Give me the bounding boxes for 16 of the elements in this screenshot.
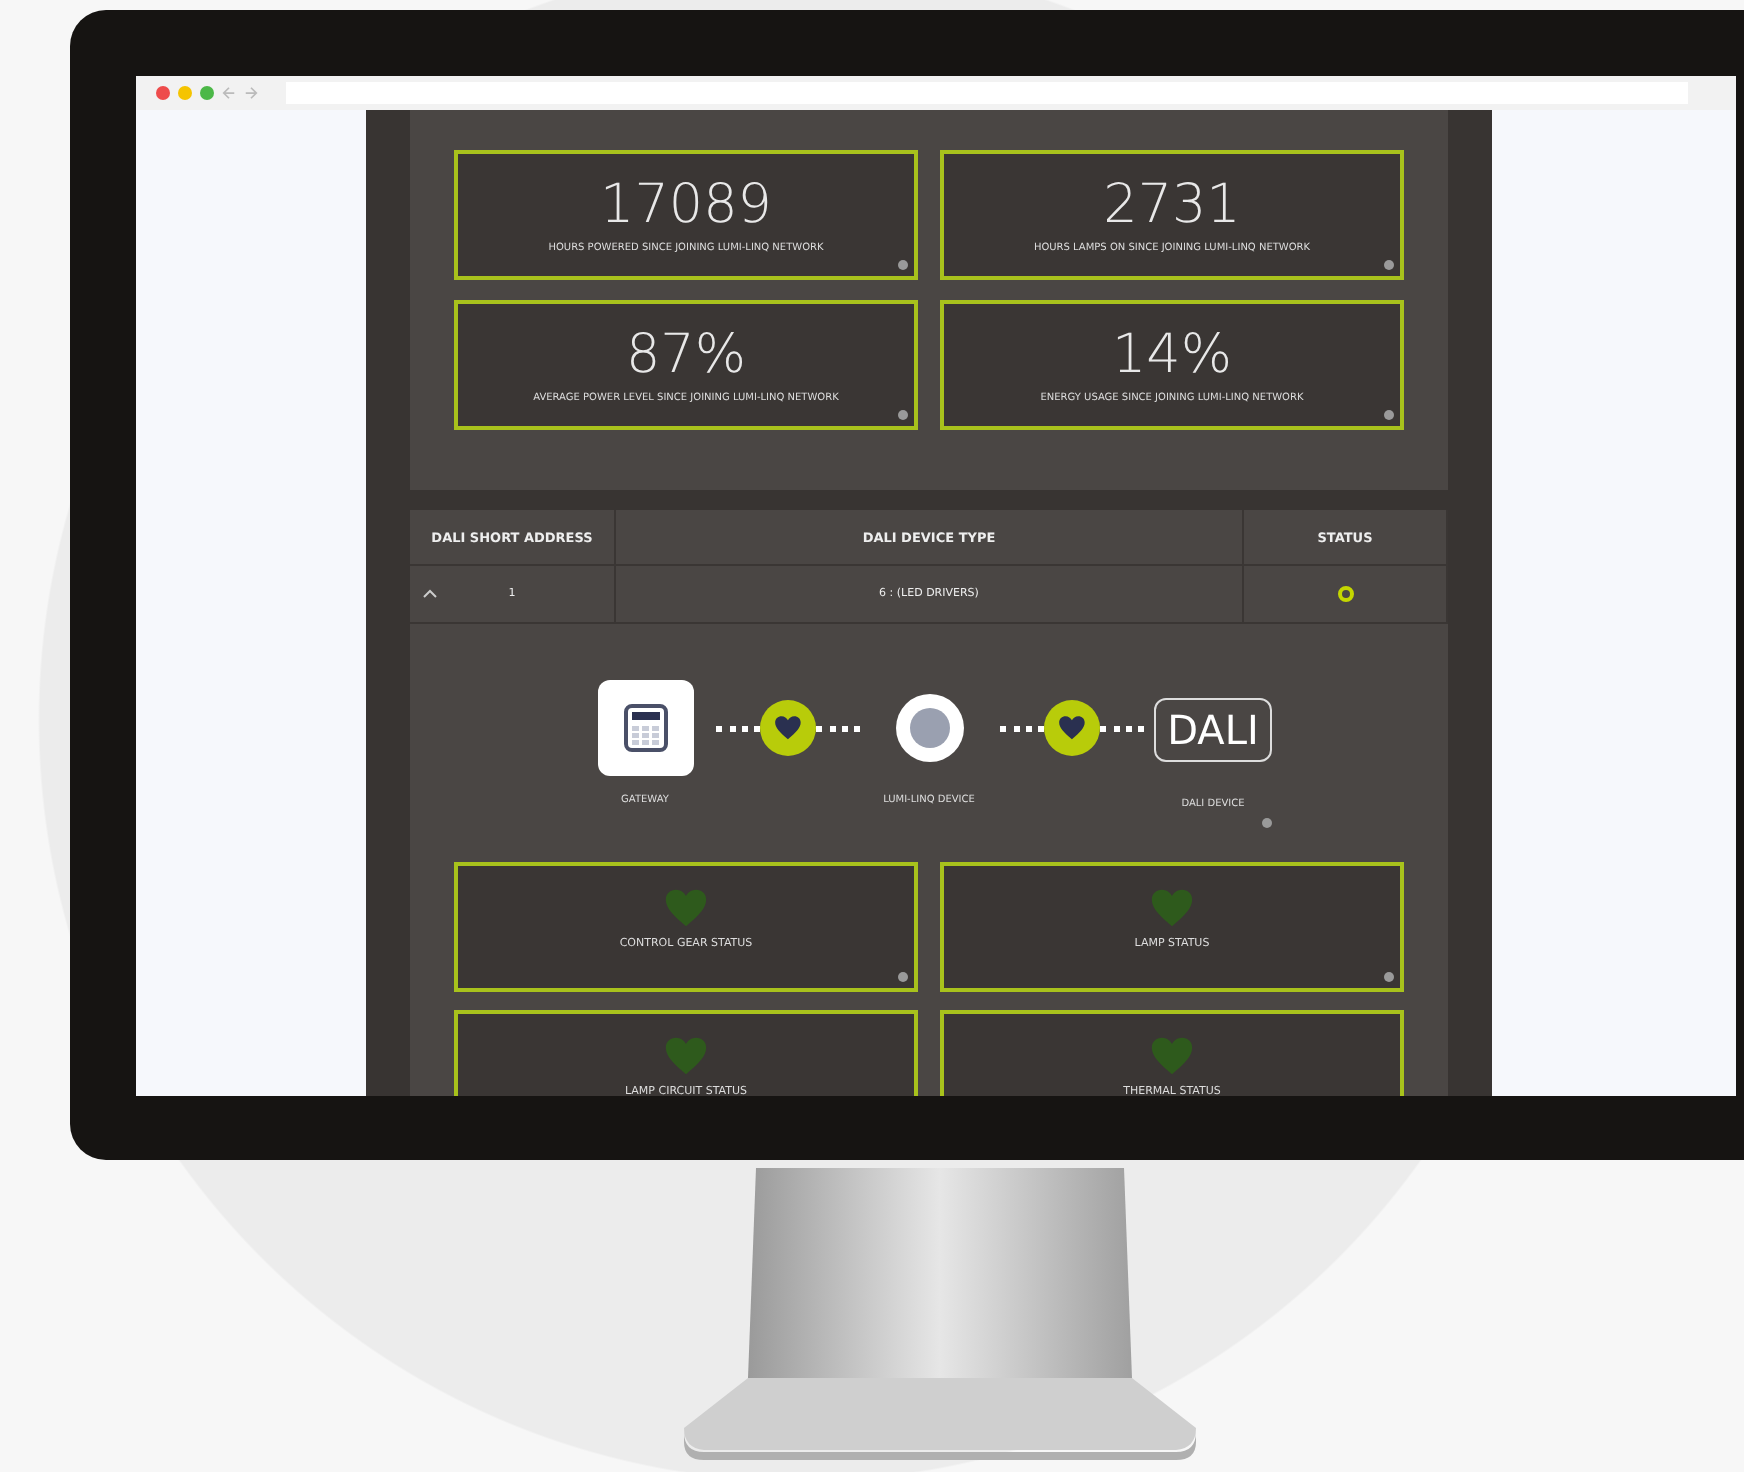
info-icon[interactable]	[898, 410, 908, 420]
stat-value: 2731	[1103, 176, 1241, 236]
info-icon[interactable]	[898, 972, 908, 982]
stat-value: 17089	[600, 176, 772, 236]
info-icon[interactable]	[1384, 410, 1394, 420]
info-icon[interactable]	[1384, 972, 1394, 982]
info-icon[interactable]	[1262, 818, 1272, 828]
caret-icon[interactable]	[422, 586, 438, 602]
device-icon	[895, 694, 963, 762]
stat-value: 87%	[625, 326, 746, 386]
info-icon[interactable]	[1384, 260, 1394, 270]
stat-value: 14%	[1111, 326, 1232, 386]
gateway-icon	[597, 680, 693, 776]
info-icon[interactable]	[898, 260, 908, 270]
close-icon[interactable]	[156, 86, 170, 100]
dali-logo: DALI	[1153, 698, 1273, 762]
